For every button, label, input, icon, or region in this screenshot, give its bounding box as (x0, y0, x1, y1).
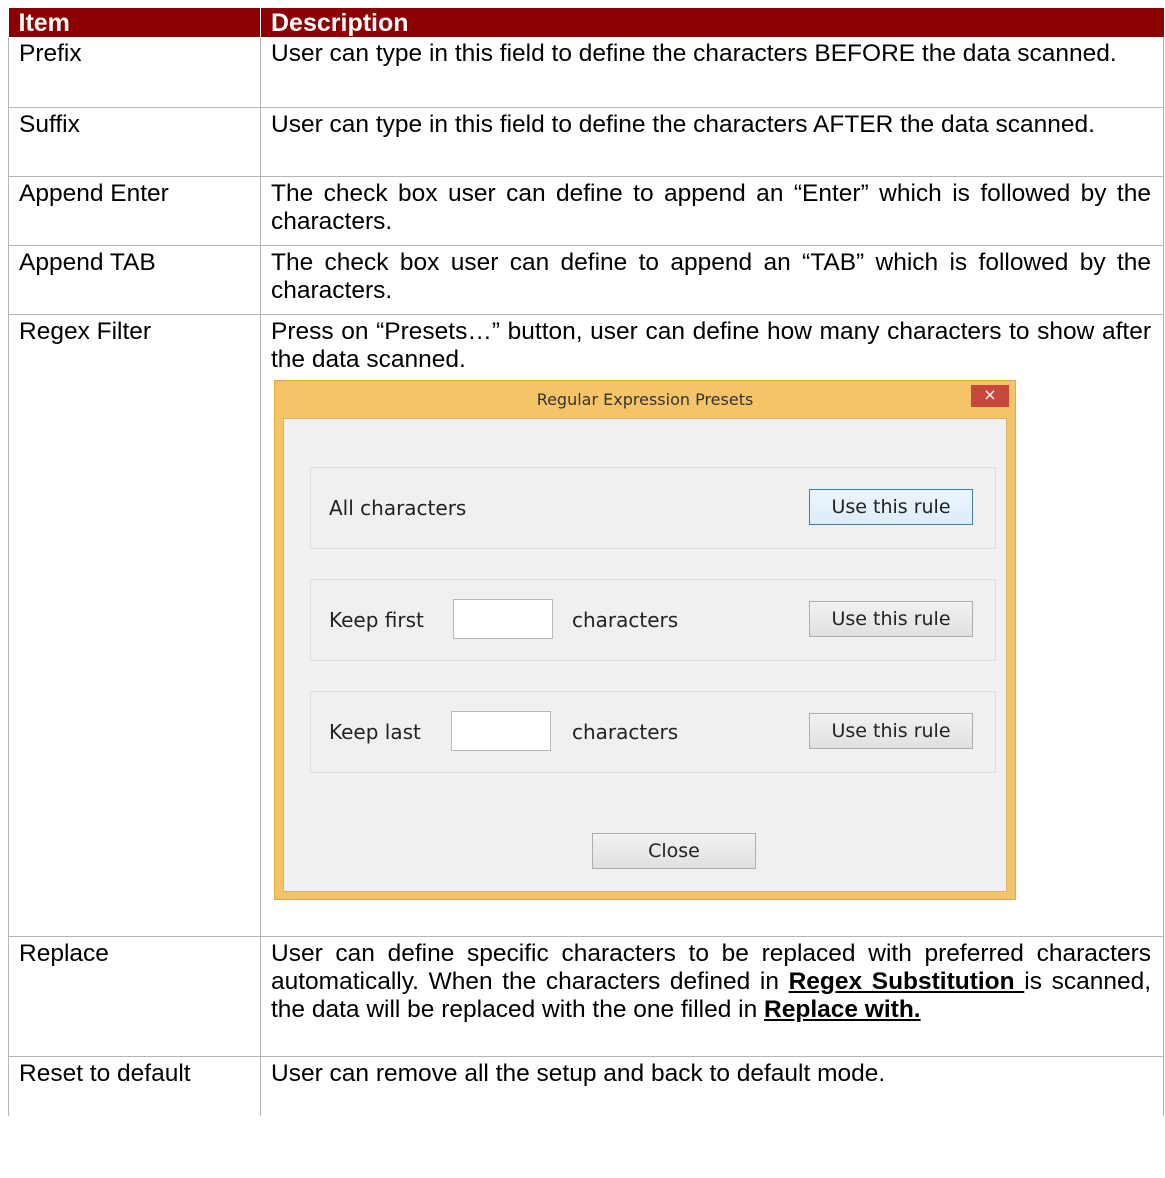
keep-last-input[interactable] (451, 710, 551, 751)
table-row: Prefix User can type in this field to de… (8, 37, 1164, 108)
rule-suffix: characters (572, 607, 679, 632)
row-description-cell: Press on “Presets…” button, user can def… (260, 314, 1164, 937)
replace-with-term: Replace with. (764, 995, 921, 1023)
rule-label: Keep last (329, 719, 421, 744)
table-row: Append Enter The check box user can defi… (8, 176, 1164, 246)
rule-label: Keep first (329, 607, 424, 632)
row-description: User can remove all the setup and back t… (260, 1056, 1164, 1116)
row-item: Regex Filter (8, 314, 261, 937)
item-description-table: Item Description Prefix User can type in… (8, 8, 1164, 1116)
row-item: Append TAB (8, 245, 261, 315)
rule-suffix: characters (572, 719, 679, 744)
row-description: Press on “Presets…” button, user can def… (271, 317, 1151, 373)
header-description: Description (260, 8, 1164, 37)
row-description: The check box user can define to append … (260, 245, 1164, 315)
row-description: User can define specific characters to b… (260, 936, 1164, 1057)
row-description: User can type in this field to define th… (260, 37, 1164, 108)
row-item: Replace (8, 936, 261, 1057)
close-icon[interactable]: × (971, 384, 1009, 407)
row-item: Append Enter (8, 176, 261, 246)
regex-presets-dialog-screenshot: Regular Expression Presets × All charact… (274, 379, 1016, 900)
rule-group-keep-last: Keep last characters Use this rule (310, 690, 996, 773)
row-description: User can type in this field to define th… (260, 107, 1164, 177)
table-row: Reset to default User can remove all the… (8, 1056, 1164, 1116)
table-row: Replace User can define specific charact… (8, 936, 1164, 1057)
row-description: The check box user can define to append … (260, 176, 1164, 246)
row-item: Prefix (8, 37, 261, 108)
table-row: Regex Filter Press on “Presets…” button,… (8, 314, 1164, 937)
table-row: Suffix User can type in this field to de… (8, 107, 1164, 177)
table-row: Append TAB The check box user can define… (8, 245, 1164, 315)
table-header-row: Item Description (8, 8, 1164, 37)
row-item: Reset to default (8, 1056, 261, 1116)
header-item: Item (8, 8, 261, 37)
rule-group-all: All characters Use this rule (310, 466, 996, 549)
dialog-body: All characters Use this rule Keep first … (283, 417, 1007, 892)
use-rule-button[interactable]: Use this rule (809, 600, 973, 637)
close-button[interactable]: Close (592, 832, 756, 869)
use-rule-button[interactable]: Use this rule (809, 712, 973, 749)
keep-first-input[interactable] (453, 598, 553, 639)
regex-substitution-term: Regex Substitution (788, 967, 1025, 995)
rule-group-keep-first: Keep first characters Use this rule (310, 578, 996, 661)
dialog-title: Regular Expression Presets (536, 389, 754, 409)
rule-label: All characters (329, 495, 467, 520)
use-rule-button[interactable]: Use this rule (809, 488, 973, 525)
row-item: Suffix (8, 107, 261, 177)
